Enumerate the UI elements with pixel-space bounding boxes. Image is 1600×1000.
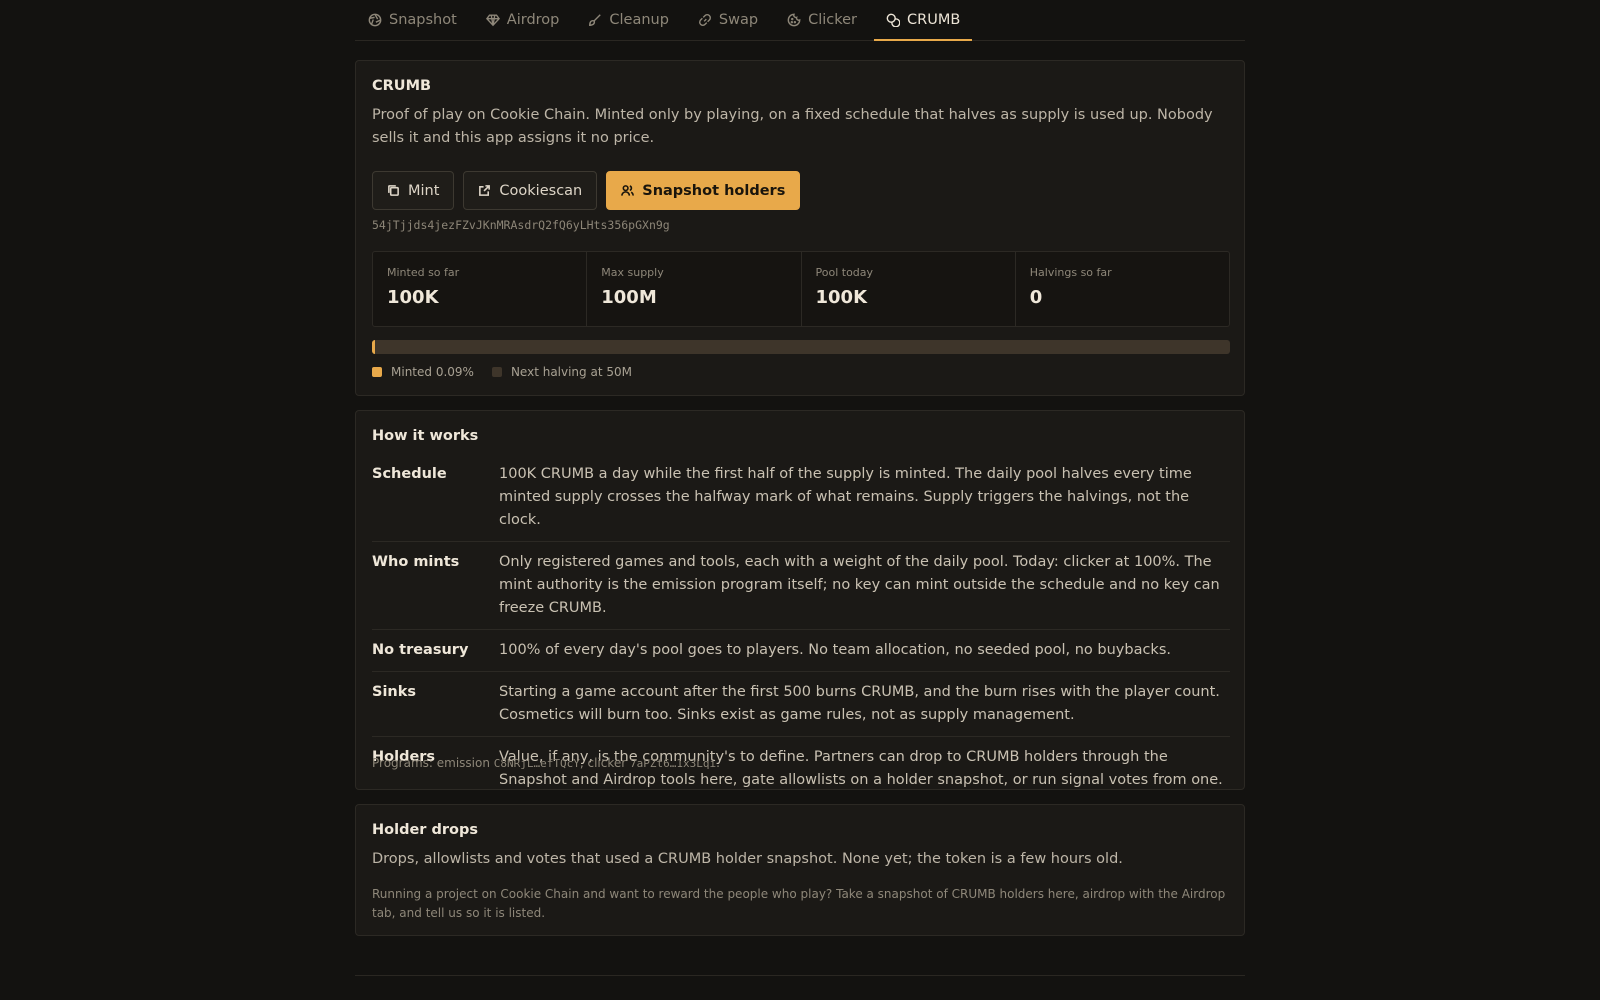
tab-label: Snapshot: [389, 12, 457, 28]
programs-prefix: Programs: emission: [372, 756, 494, 770]
row-key: No treasury: [372, 642, 469, 658]
programs-suffix: .: [716, 756, 720, 770]
tab-crumb[interactable]: CRUMB: [874, 0, 973, 41]
stat-label: Halvings so far: [1029, 266, 1112, 279]
tab-bar: Snapshot Airdrop Cleanup Swap Clicker CR…: [355, 0, 1245, 41]
stat-max-supply: Max supply 100M: [587, 252, 802, 326]
token-description: Proof of play on Cookie Chain. Minted on…: [372, 107, 1213, 146]
tab-airdrop[interactable]: Airdrop: [485, 0, 560, 40]
link-icon: [698, 14, 711, 26]
emission-program-address[interactable]: C8NRjL…efTQcY: [494, 757, 580, 770]
brush-icon: [589, 14, 602, 26]
token-title: CRUMB: [372, 78, 432, 94]
stat-halvings: Halvings so far 0: [1016, 252, 1229, 326]
stat-value: 100M: [601, 287, 657, 308]
programs-separator: , clicker: [579, 756, 630, 770]
row-key: Who mints: [372, 554, 460, 570]
tab-swap[interactable]: Swap: [698, 0, 758, 40]
section-divider: [355, 975, 1245, 976]
snapshot-holders-button[interactable]: Snapshot holders: [606, 171, 801, 210]
cookie-icon: [787, 13, 801, 27]
list-item: No treasury 100% of every day's pool goe…: [372, 630, 1230, 672]
tab-label: Airdrop: [506, 12, 560, 28]
mint-button-label: Mint: [408, 182, 440, 199]
tab-cleanup[interactable]: Cleanup: [588, 0, 669, 40]
tab-label: Swap: [718, 12, 759, 28]
how-it-works-list: Schedule 100K CRUMB a day while the firs…: [372, 454, 1230, 801]
legend-next-halving: Next halving at 50M: [491, 365, 632, 379]
gem-icon: [485, 14, 500, 27]
stat-label: Pool today: [815, 266, 874, 279]
clicker-program-address[interactable]: 7aPZt6…1x3Lqi: [630, 757, 716, 770]
row-value: Only registered games and tools, each wi…: [499, 554, 1220, 616]
progress-legend: Minted 0.09% Next halving at 50M: [372, 365, 632, 379]
copy-icon: [388, 185, 399, 196]
row-value: Starting a game account after the first …: [499, 684, 1220, 723]
row-value: 100K CRUMB a day while the first half of…: [499, 466, 1192, 528]
list-item: Schedule 100K CRUMB a day while the firs…: [372, 454, 1230, 542]
cookiescan-button[interactable]: Cookiescan: [463, 171, 598, 210]
holder-drops-title: Holder drops: [372, 822, 478, 838]
stat-value: 100K: [815, 287, 868, 308]
list-item: Sinks Starting a game account after the …: [372, 672, 1230, 737]
list-item: Who mints Only registered games and tool…: [372, 542, 1230, 630]
holder-drops-text: Drops, allowlists and votes that used a …: [372, 851, 1123, 867]
tab-clicker[interactable]: Clicker: [787, 0, 857, 40]
legend-minted: Minted 0.09%: [372, 365, 474, 379]
cookiescan-button-label: Cookiescan: [499, 182, 583, 199]
program-addresses: Programs: emission C8NRjL…efTQcY, clicke…: [372, 756, 720, 770]
how-it-works-card: How it works Schedule 100K CRUMB a day w…: [355, 410, 1245, 790]
row-key: Sinks: [372, 684, 417, 700]
mint-button[interactable]: Mint: [372, 171, 455, 210]
holder-drops-card: Holder drops Drops, allowlists and votes…: [355, 804, 1245, 936]
row-value: 100% of every day's pool goes to players…: [499, 642, 1171, 658]
main-content: Snapshot Airdrop Cleanup Swap Clicker CR…: [355, 0, 1245, 976]
row-key: Schedule: [372, 466, 447, 482]
holder-drops-note: Running a project on Cookie Chain and wa…: [372, 887, 1226, 920]
aperture-icon: [368, 13, 382, 27]
snapshot-holders-button-label: Snapshot holders: [642, 182, 786, 199]
legend-next-label: Next halving at 50M: [510, 365, 632, 379]
users-icon: [621, 185, 635, 196]
token-actions: Mint Cookiescan Snapshot holders: [372, 171, 801, 210]
stat-minted: Minted so far 100K: [373, 252, 588, 326]
legend-swatch-minted: [372, 367, 382, 377]
stat-label: Minted so far: [387, 266, 460, 279]
mint-address[interactable]: 54jTjjds4jezFZvJKnMRAsdrQ2fQ6yLHts356pGX…: [372, 218, 670, 232]
how-it-works-title: How it works: [372, 428, 479, 444]
stat-label: Max supply: [601, 266, 664, 279]
tab-snapshot[interactable]: Snapshot: [368, 0, 457, 40]
tab-label: CRUMB: [907, 12, 961, 28]
supply-progress-fill: [372, 340, 375, 354]
token-card: CRUMB Proof of play on Cookie Chain. Min…: [355, 60, 1245, 396]
external-link-icon: [479, 185, 491, 196]
supply-progress-bar: [372, 340, 1230, 354]
coins-icon: [886, 13, 900, 27]
tab-label: Cleanup: [609, 12, 669, 28]
stat-value: 100K: [387, 287, 439, 308]
legend-minted-label: Minted 0.09%: [391, 365, 474, 379]
stat-value: 0: [1029, 287, 1043, 308]
tab-label: Clicker: [808, 12, 857, 28]
legend-swatch-next: [491, 367, 502, 377]
stats-grid: Minted so far 100K Max supply 100M Pool …: [372, 251, 1230, 327]
stat-pool-today: Pool today 100K: [802, 252, 1016, 326]
